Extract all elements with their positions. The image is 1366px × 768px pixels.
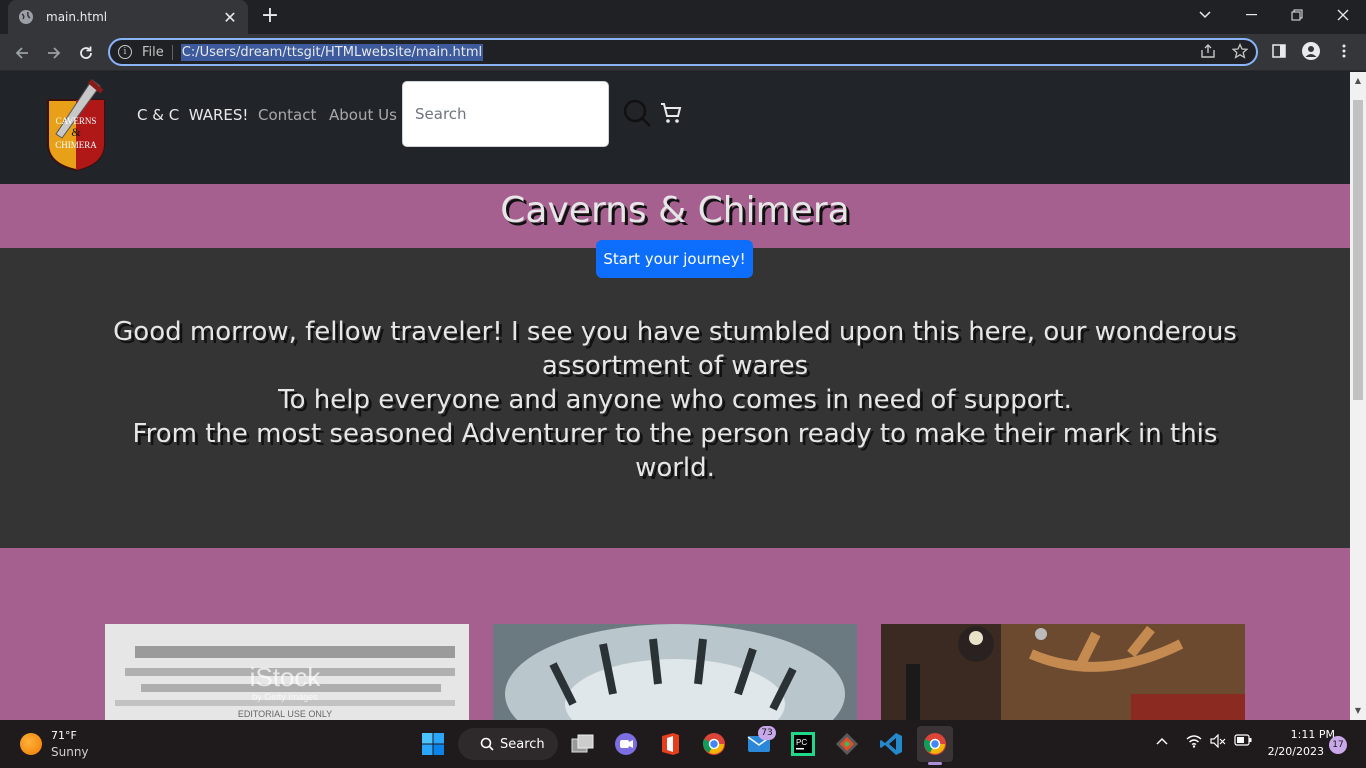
volume-muted-icon[interactable]: [1210, 733, 1226, 752]
scroll-up-icon[interactable]: ▲: [1353, 76, 1363, 86]
tab-title: main.html: [46, 10, 108, 24]
brand-link[interactable]: C & C WARES!: [137, 106, 248, 124]
back-icon[interactable]: [9, 40, 35, 66]
search-glass-icon: [480, 737, 494, 751]
side-panel-icon[interactable]: [1270, 42, 1288, 60]
start-journey-button[interactable]: Start your journey!: [596, 240, 753, 278]
minimize-icon[interactable]: [1228, 0, 1274, 30]
cart-icon[interactable]: [659, 101, 683, 125]
browser-toolbar: i File C:/Users/dream/ttsgit/HTMLwebsite…: [0, 34, 1366, 71]
new-tab-button[interactable]: +: [258, 5, 282, 28]
hero-title: Caverns & Chimera: [500, 190, 850, 231]
share-icon[interactable]: [1199, 42, 1217, 60]
tab-strip: main.html ✕ +: [0, 0, 1366, 34]
browser-tab[interactable]: main.html ✕: [8, 0, 248, 34]
site-search-input[interactable]: [402, 81, 609, 147]
site-navbar: CAVERNS & CHIMERA C & C WARES! Contact A…: [0, 72, 1350, 184]
logo-text-2: &: [71, 125, 81, 139]
caverns-chimera-logo[interactable]: CAVERNS & CHIMERA: [40, 76, 112, 172]
product-card-image-3[interactable]: [881, 624, 1245, 720]
nav-link-about-us[interactable]: About Us: [329, 106, 397, 124]
vscode-icon[interactable]: [877, 730, 905, 758]
chrome-profile-icon[interactable]: [700, 730, 728, 758]
info-icon[interactable]: i: [118, 45, 132, 59]
watermark-getty: by Getty Images: [252, 692, 318, 702]
bookmark-star-icon[interactable]: [1231, 42, 1249, 60]
weather-condition[interactable]: Sunny: [51, 745, 89, 759]
scheme-label: File: [142, 44, 173, 60]
menu-kebab-icon[interactable]: [1335, 42, 1353, 60]
weather-temp[interactable]: 71°F: [51, 729, 77, 742]
task-view-icon[interactable]: [569, 730, 597, 758]
chrome-active-indicator: [928, 762, 942, 765]
intro-line-1: Good morrow, fellow traveler! I see you …: [113, 317, 1237, 381]
git-app-icon[interactable]: [833, 730, 861, 758]
teams-chat-icon[interactable]: [612, 730, 640, 758]
web-page: CAVERNS & CHIMERA C & C WARES! Contact A…: [0, 72, 1350, 720]
address-bar[interactable]: i File C:/Users/dream/ttsgit/HTMLwebsite…: [108, 38, 1258, 66]
chrome-icon[interactable]: [917, 726, 953, 762]
svg-text:PC: PC: [796, 738, 807, 747]
product-card-image-2[interactable]: [493, 624, 857, 720]
notification-badge[interactable]: 17: [1329, 736, 1347, 754]
profile-icon[interactable]: [1302, 42, 1320, 60]
intro-line-3: From the most seasoned Adventurer to the…: [132, 419, 1218, 483]
url-text[interactable]: C:/Users/dream/ttsgit/HTMLwebsite/main.h…: [180, 43, 484, 61]
watermark-editorial: EDITORIAL USE ONLY: [238, 709, 332, 719]
windows-taskbar: 71°F Sunny Search 73 PC 1:11 PM 2/20/202…: [0, 720, 1366, 768]
logo-text-3: CHIMERA: [55, 140, 97, 150]
clock-date[interactable]: 2/20/2023: [1262, 745, 1324, 758]
start-icon[interactable]: [419, 730, 447, 758]
watermark-istock: iStock: [250, 662, 322, 692]
forward-icon[interactable]: [41, 40, 67, 66]
nav-link-contact[interactable]: Contact: [258, 106, 316, 124]
intro-text: Good morrow, fellow traveler! I see you …: [110, 315, 1240, 485]
scrollbar-thumb[interactable]: [1353, 100, 1363, 400]
clock-time[interactable]: 1:11 PM: [1275, 728, 1335, 741]
tray-overflow-icon[interactable]: [1156, 734, 1168, 749]
pycharm-icon[interactable]: PC: [789, 730, 817, 758]
battery-icon[interactable]: [1234, 734, 1252, 750]
reload-icon[interactable]: [73, 40, 99, 66]
close-window-icon[interactable]: [1320, 0, 1366, 30]
close-tab-icon[interactable]: ✕: [222, 8, 238, 27]
wifi-icon[interactable]: [1186, 734, 1202, 752]
product-card-image-1[interactable]: iStock by Getty Images EDITORIAL USE ONL…: [105, 624, 469, 720]
tab-search-icon[interactable]: [1182, 0, 1228, 30]
office-icon[interactable]: [656, 730, 684, 758]
intro-line-2: To help everyone and anyone who comes in…: [278, 385, 1072, 415]
mail-badge: 73: [758, 726, 776, 740]
scroll-down-icon[interactable]: ▼: [1353, 706, 1363, 716]
taskbar-search-label: Search: [500, 736, 545, 752]
taskbar-search[interactable]: Search: [458, 728, 558, 760]
globe-icon: [19, 10, 33, 24]
sun-icon[interactable]: [20, 733, 42, 755]
search-icon[interactable]: [622, 98, 652, 128]
restore-icon[interactable]: [1274, 0, 1320, 30]
page-scrollbar[interactable]: ▲ ▼: [1350, 72, 1366, 720]
